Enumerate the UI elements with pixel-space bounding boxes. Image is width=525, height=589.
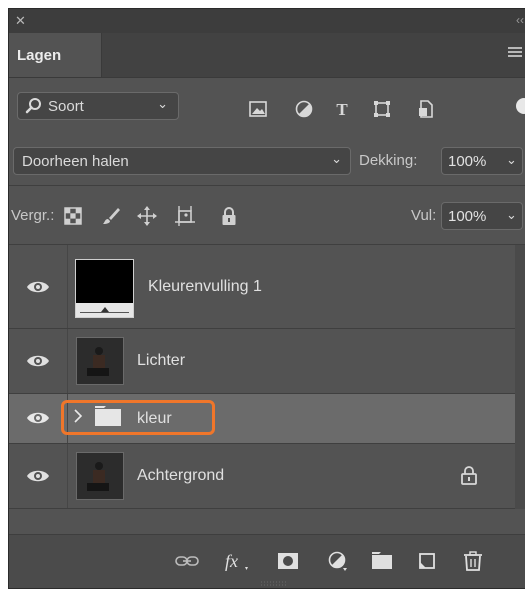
fill-label: Vul: bbox=[411, 207, 437, 224]
new-group-folder-icon[interactable] bbox=[371, 551, 393, 571]
lock-row: Vergr.: Vul: 100% ⌄ bbox=[9, 186, 525, 245]
svg-text:fx: fx bbox=[225, 551, 238, 571]
visibility-column bbox=[9, 444, 68, 508]
chevron-down-icon: ⌄ bbox=[331, 151, 342, 166]
chevron-down-icon: ⌄ bbox=[506, 207, 517, 222]
lock-label: Vergr.: bbox=[11, 207, 55, 224]
fill-layer-thumbnail bbox=[75, 259, 134, 318]
chevron-right-icon[interactable] bbox=[73, 409, 83, 423]
opacity-label: Dekking: bbox=[359, 152, 418, 169]
eye-icon[interactable] bbox=[26, 279, 50, 295]
layer-name: Kleurenvulling 1 bbox=[148, 278, 262, 295]
resize-grip-icon[interactable] bbox=[259, 581, 289, 587]
delete-layer-trash-icon[interactable] bbox=[463, 551, 483, 571]
opacity-value: 100% bbox=[448, 153, 487, 170]
panel-menu-icon[interactable] bbox=[508, 47, 522, 59]
panel-tab-bar: Lagen bbox=[9, 33, 525, 78]
filter-toggle-switch[interactable] bbox=[516, 98, 525, 114]
tab-layers-label: Lagen bbox=[17, 47, 62, 64]
layer-name: kleur bbox=[137, 410, 172, 427]
eye-icon[interactable] bbox=[26, 353, 50, 369]
fill-value: 100% bbox=[448, 208, 487, 225]
add-mask-icon[interactable] bbox=[277, 551, 299, 571]
adjustment-filter-icon[interactable] bbox=[295, 100, 313, 118]
layers-list: Kleurenvulling 1 Lichter kleur Achtergro… bbox=[9, 245, 525, 509]
layer-row-kleurenvulling[interactable]: Kleurenvulling 1 bbox=[9, 245, 525, 329]
panel-footer-toolbar: fx bbox=[9, 534, 525, 588]
layer-name: Lichter bbox=[137, 352, 186, 369]
visibility-column bbox=[9, 245, 68, 328]
filter-kind-label: Soort bbox=[48, 98, 84, 115]
move-icon[interactable] bbox=[137, 206, 157, 226]
brush-icon[interactable] bbox=[101, 206, 121, 226]
eye-icon[interactable] bbox=[26, 410, 50, 426]
double-chevron-icon[interactable]: ‹‹ bbox=[516, 13, 524, 27]
artboard-lock-icon[interactable] bbox=[175, 206, 195, 226]
adjustment-layer-icon[interactable] bbox=[327, 551, 349, 571]
image-filter-icon[interactable] bbox=[249, 100, 267, 118]
filter-row: Soort ⌄ T bbox=[9, 78, 525, 134]
layer-row-achtergrond[interactable]: Achtergrond bbox=[9, 444, 525, 509]
blend-mode-dropdown[interactable]: Doorheen halen ⌄ bbox=[13, 147, 351, 175]
svg-text:T: T bbox=[336, 100, 348, 118]
shape-filter-icon[interactable] bbox=[373, 100, 391, 118]
chevron-down-icon: ⌄ bbox=[157, 96, 168, 111]
layer-row-kleur-group[interactable]: kleur bbox=[9, 394, 525, 444]
blend-mode-label: Doorheen halen bbox=[22, 153, 129, 170]
panel-title-bar: ✕ ‹‹ bbox=[9, 9, 525, 33]
lock-transparent-pixels-icon[interactable] bbox=[63, 206, 83, 226]
fill-dropdown-button[interactable]: ⌄ bbox=[502, 202, 523, 230]
opacity-input[interactable]: 100% bbox=[441, 147, 503, 175]
filter-kind-dropdown[interactable]: Soort ⌄ bbox=[17, 92, 179, 120]
layer-style-fx-icon[interactable]: fx bbox=[223, 551, 251, 571]
fill-input[interactable]: 100% bbox=[441, 202, 503, 230]
type-filter-icon[interactable]: T bbox=[333, 100, 351, 118]
new-layer-icon[interactable] bbox=[417, 551, 437, 571]
layer-row-lichter[interactable]: Lichter bbox=[9, 329, 525, 394]
tab-layers[interactable]: Lagen bbox=[9, 33, 102, 77]
image-layer-thumbnail bbox=[76, 337, 124, 385]
lock-icon bbox=[461, 466, 477, 485]
opacity-dropdown-button[interactable]: ⌄ bbox=[502, 147, 523, 175]
layer-name: Achtergrond bbox=[137, 467, 225, 484]
visibility-column bbox=[9, 394, 68, 443]
layers-panel: ✕ ‹‹ Lagen Soort ⌄ T Doorheen halen ⌄ De… bbox=[8, 8, 525, 589]
layers-scrollbar[interactable] bbox=[515, 245, 525, 509]
close-icon[interactable]: ✕ bbox=[15, 13, 26, 29]
image-layer-thumbnail bbox=[76, 452, 124, 500]
folder-icon bbox=[95, 406, 121, 426]
smart-object-filter-icon[interactable] bbox=[417, 100, 435, 118]
visibility-column bbox=[9, 329, 68, 393]
blend-row: Doorheen halen ⌄ Dekking: 100% ⌄ bbox=[9, 135, 525, 186]
chevron-down-icon: ⌄ bbox=[506, 152, 517, 167]
eye-icon[interactable] bbox=[26, 468, 50, 484]
search-icon bbox=[25, 98, 41, 114]
link-layers-icon[interactable] bbox=[175, 551, 199, 571]
lock-all-icon[interactable] bbox=[219, 206, 239, 226]
